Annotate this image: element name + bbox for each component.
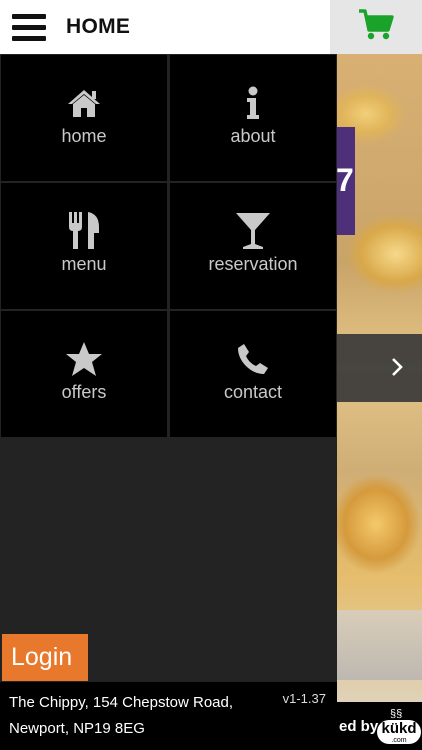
cart-button[interactable] (330, 0, 422, 54)
info-icon (247, 86, 259, 119)
menu-item-label: menu (61, 254, 107, 274)
menu-item-contact[interactable]: contact (170, 311, 336, 437)
star-icon (66, 342, 102, 376)
hamburger-menu-icon[interactable] (12, 14, 46, 41)
restaurant-address: The Chippy, 154 Chepstow Road, Newport, … (9, 690, 233, 742)
kukd-logo-badge: kükd .com (377, 720, 421, 744)
side-menu: home about menu reservation offers conta… (0, 54, 337, 750)
menu-item-offers[interactable]: offers (1, 311, 167, 437)
kukd-logo-text: kükd (381, 720, 417, 737)
chevron-right-icon[interactable] (390, 356, 404, 378)
steam-icon: §§ (390, 708, 403, 720)
menu-item-home[interactable]: home (1, 55, 167, 181)
menu-item-menu[interactable]: menu (1, 183, 167, 309)
address-line-1: The Chippy, 154 Chepstow Road, (9, 694, 234, 711)
powered-by-badge[interactable]: ed by §§ kükd .com (337, 702, 422, 750)
login-button[interactable]: Login (2, 634, 88, 681)
kukd-logo-sub: .com (391, 737, 407, 744)
kukd-logo: §§ kükd .com (373, 708, 422, 748)
app-screen: 7 HOME home about menu reservation offer… (0, 0, 422, 750)
menu-item-label: about (230, 126, 276, 146)
footer: The Chippy, 154 Chepstow Road, Newport, … (0, 682, 337, 750)
shopping-cart-icon (359, 9, 394, 40)
phone-icon (238, 344, 268, 374)
menu-item-label: home (61, 126, 107, 146)
background-promo-number: 7 (336, 162, 354, 198)
menu-item-label: offers (61, 382, 107, 402)
address-line-2: Newport, NP19 8EG (9, 720, 145, 737)
menu-grid: home about menu reservation offers conta… (0, 54, 337, 437)
menu-item-label: contact (223, 382, 283, 402)
fork-knife-icon (69, 212, 99, 249)
top-bar: HOME (0, 0, 422, 54)
home-icon (68, 90, 100, 117)
background-plate-image (336, 610, 422, 680)
cocktail-glass-icon (236, 213, 270, 249)
background-slider-band (336, 334, 422, 402)
menu-item-reservation[interactable]: reservation (170, 183, 336, 309)
background-promo-banner: 7 (336, 127, 355, 235)
menu-item-label: reservation (208, 254, 298, 274)
app-version: v1-1.37 (282, 691, 326, 706)
menu-item-about[interactable]: about (170, 55, 336, 181)
page-title: HOME (66, 15, 131, 38)
